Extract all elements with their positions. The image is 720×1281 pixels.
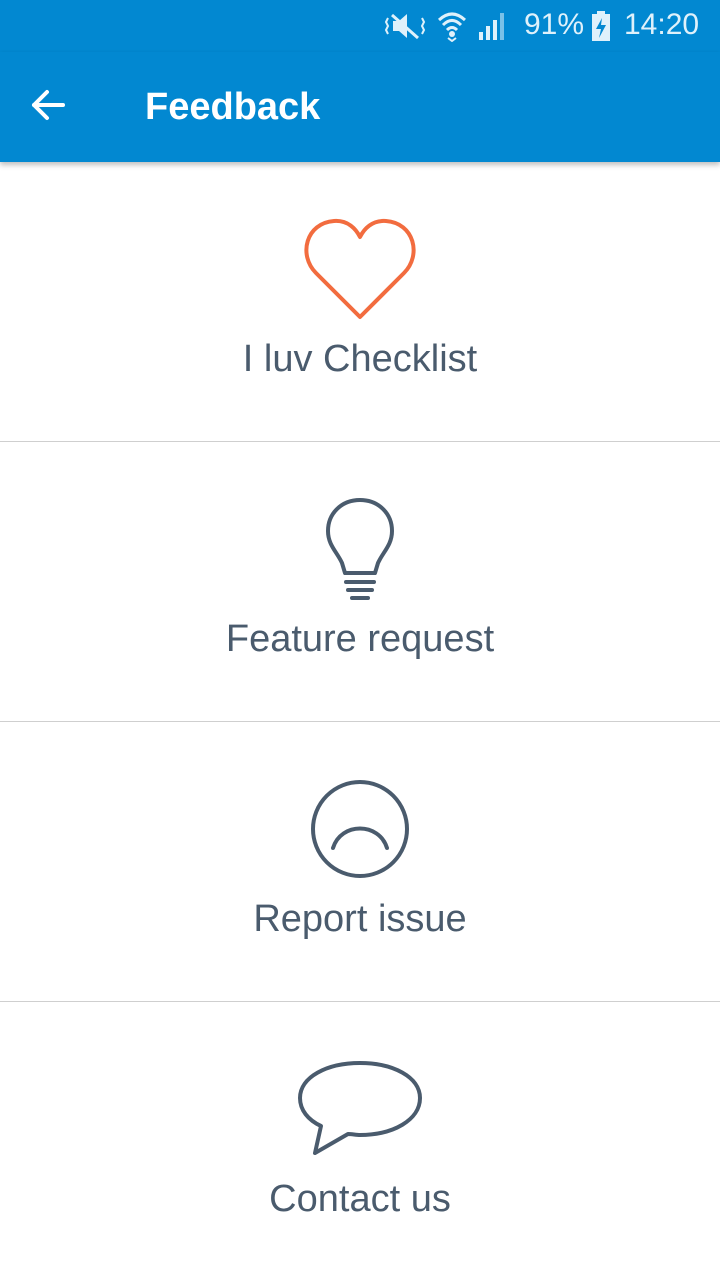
arrow-left-icon (30, 87, 66, 128)
item-label: I luv Checklist (242, 338, 478, 380)
app-bar: Feedback (0, 52, 720, 162)
mute-icon (384, 10, 426, 47)
list-item-contact-us[interactable]: Contact us (0, 1002, 720, 1281)
status-bar: 91% 14:20 (0, 0, 720, 52)
battery-charging-icon (590, 10, 612, 47)
speech-bubble-icon (0, 1060, 720, 1158)
back-button[interactable] (18, 77, 78, 137)
feedback-list: I luv Checklist Feature request Report i… (0, 162, 720, 1281)
sad-face-icon (0, 778, 720, 880)
battery-percent: 91% (524, 8, 585, 41)
list-item-love-checklist[interactable]: I luv Checklist (0, 162, 720, 442)
clock: 14:20 (624, 8, 700, 41)
item-label: Feature request (225, 618, 495, 660)
lightbulb-icon (0, 497, 720, 601)
page-title: Feedback (145, 86, 321, 128)
wifi-icon (437, 10, 467, 47)
item-label: Contact us (269, 1178, 451, 1220)
list-item-feature-request[interactable]: Feature request (0, 442, 720, 722)
list-item-report-issue[interactable]: Report issue (0, 722, 720, 1002)
heart-icon (0, 217, 720, 321)
item-label: Report issue (253, 898, 467, 940)
signal-icon (477, 10, 505, 47)
